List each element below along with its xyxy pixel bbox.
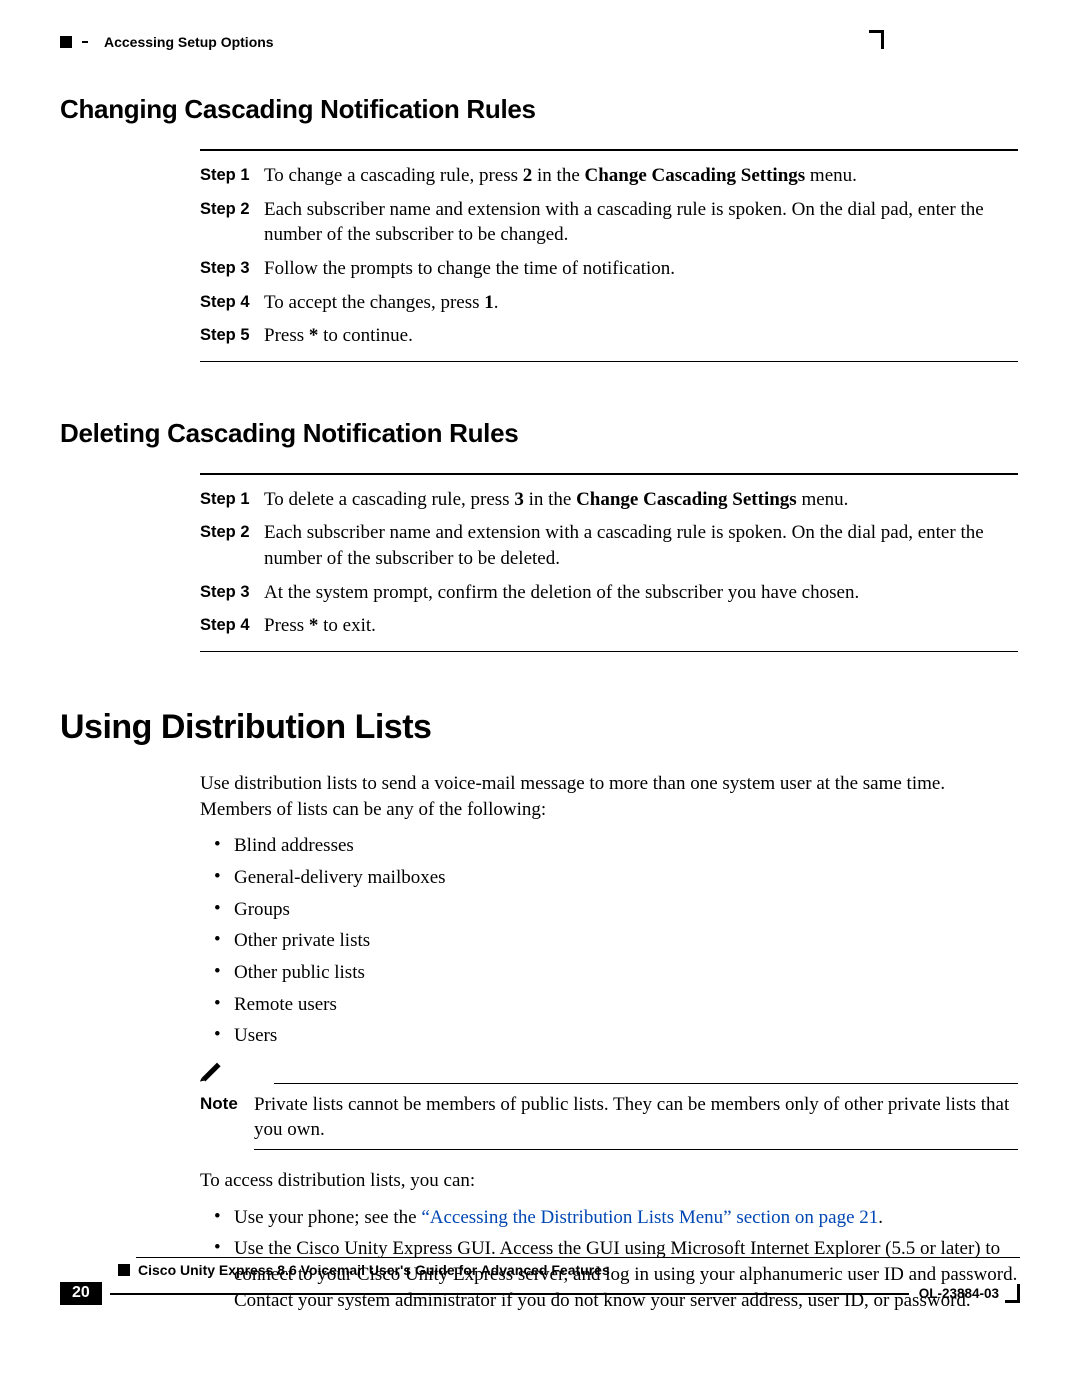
steps-changing: Step 1 To change a cascading rule, press…	[200, 149, 1018, 362]
note-label: Note	[200, 1092, 240, 1143]
rule-top	[200, 149, 1018, 151]
rule-top	[200, 473, 1018, 475]
step-label: Step 4	[200, 290, 264, 316]
step-row: Step 3 At the system prompt, confirm the…	[200, 576, 1018, 610]
list-item: General-delivery mailboxes	[224, 862, 1018, 894]
header-bar-left	[82, 41, 88, 43]
rule-bottom	[200, 651, 1018, 652]
step-body: Each subscriber name and extension with …	[264, 197, 1018, 248]
step-body: To accept the changes, press 1.	[264, 290, 1018, 316]
cross-reference-link[interactable]: “Accessing the Distribution Lists Menu” …	[421, 1207, 878, 1228]
step-row: Step 2 Each subscriber name and extensio…	[200, 193, 1018, 252]
step-row: Step 2 Each subscriber name and extensio…	[200, 516, 1018, 575]
section-heading-deleting: Deleting Cascading Notification Rules	[60, 418, 1020, 449]
list-item: Other private lists	[224, 925, 1018, 957]
running-header: Accessing Setup Options	[60, 34, 1020, 50]
access-intro: To access distribution lists, you can:	[200, 1168, 1018, 1194]
step-label: Step 3	[200, 256, 264, 282]
step-row: Step 4 To accept the changes, press 1.	[200, 286, 1018, 320]
page-number: 20	[60, 1282, 102, 1305]
footer-doc-title: Cisco Unity Express 8.6 Voicemail User's…	[138, 1262, 610, 1278]
list-item: Other public lists	[224, 957, 1018, 989]
rule-bottom	[200, 361, 1018, 362]
step-body: At the system prompt, confirm the deleti…	[264, 580, 1018, 606]
steps-deleting: Step 1 To delete a cascading rule, press…	[200, 473, 1018, 652]
step-label: Step 1	[200, 163, 264, 189]
list-item: Use your phone; see the “Accessing the D…	[224, 1202, 1018, 1234]
step-body: Press * to exit.	[264, 613, 1018, 639]
distribution-body: Use distribution lists to send a voice-m…	[200, 771, 1018, 1316]
step-row: Step 3 Follow the prompts to change the …	[200, 252, 1018, 286]
section-heading-distribution: Using Distribution Lists	[60, 708, 1020, 747]
footer-square-icon	[118, 1264, 130, 1276]
list-item: Groups	[224, 894, 1018, 926]
page-footer: Cisco Unity Express 8.6 Voicemail User's…	[60, 1257, 1020, 1305]
breadcrumb: Accessing Setup Options	[104, 34, 274, 50]
note-pencil-icon	[200, 1062, 228, 1086]
step-label: Step 3	[200, 580, 264, 606]
step-row: Step 5 Press * to continue.	[200, 319, 1018, 353]
list-item: Blind addresses	[224, 830, 1018, 862]
step-body: To change a cascading rule, press 2 in t…	[264, 163, 1018, 189]
page-content: Accessing Setup Options Changing Cascadi…	[60, 34, 1020, 1326]
step-body: Press * to continue.	[264, 323, 1018, 349]
section-heading-changing: Changing Cascading Notification Rules	[60, 94, 1020, 125]
step-body: Each subscriber name and extension with …	[264, 520, 1018, 571]
footer-bar	[110, 1293, 909, 1295]
step-row: Step 1 To delete a cascading rule, press…	[200, 483, 1018, 517]
step-label: Step 2	[200, 197, 264, 248]
intro-paragraph: Use distribution lists to send a voice-m…	[200, 771, 1018, 822]
note-block: Note Private lists cannot be members of …	[200, 1062, 1018, 1150]
step-body: To delete a cascading rule, press 3 in t…	[264, 487, 1018, 513]
step-label: Step 4	[200, 613, 264, 639]
step-label: Step 2	[200, 520, 264, 571]
step-row: Step 4 Press * to exit.	[200, 609, 1018, 643]
step-label: Step 5	[200, 323, 264, 349]
footer-rule	[136, 1257, 1020, 1258]
note-rule-bottom	[254, 1149, 1018, 1150]
step-row: Step 1 To change a cascading rule, press…	[200, 159, 1018, 193]
note-body: Private lists cannot be members of publi…	[254, 1092, 1018, 1143]
document-id: OL-23884-03	[919, 1286, 999, 1301]
note-rule-top	[274, 1083, 1018, 1084]
list-item: Remote users	[224, 989, 1018, 1021]
header-square-icon	[60, 36, 72, 48]
step-label: Step 1	[200, 487, 264, 513]
step-body: Follow the prompts to change the time of…	[264, 256, 1018, 282]
crop-mark-bottom-right	[1005, 1284, 1020, 1303]
list-item: Users	[224, 1020, 1018, 1052]
member-type-list: Blind addresses General-delivery mailbox…	[200, 830, 1018, 1051]
